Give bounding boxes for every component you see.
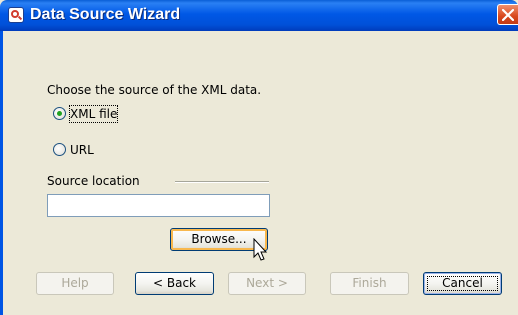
title-bar: Data Source Wizard: [0, 0, 518, 31]
help-button[interactable]: Help: [36, 272, 114, 295]
close-icon: [502, 9, 514, 21]
source-location-label: Source location: [47, 174, 140, 188]
back-button[interactable]: < Back: [135, 272, 214, 295]
radio-button[interactable]: [53, 143, 66, 156]
cancel-button[interactable]: Cancel: [423, 272, 502, 295]
instruction-text: Choose the source of the XML data.: [47, 83, 262, 97]
radio-button-checked[interactable]: [53, 107, 66, 120]
group-divider: [175, 181, 269, 183]
browse-button[interactable]: Browse...: [170, 228, 268, 251]
next-button[interactable]: Next >: [228, 272, 306, 295]
focus-rect: [427, 276, 498, 291]
finish-button[interactable]: Finish: [330, 272, 409, 295]
app-icon: [8, 7, 24, 23]
close-button[interactable]: [497, 4, 518, 25]
radio-url[interactable]: URL: [53, 142, 113, 158]
radio-label-xml-file: XML file: [68, 105, 119, 123]
radio-label-url: URL: [70, 143, 94, 157]
window-title: Data Source Wizard: [30, 6, 181, 23]
source-location-input[interactable]: [47, 194, 270, 217]
radio-xml-file[interactable]: XML file: [53, 105, 143, 123]
window-frame: [0, 31, 3, 315]
